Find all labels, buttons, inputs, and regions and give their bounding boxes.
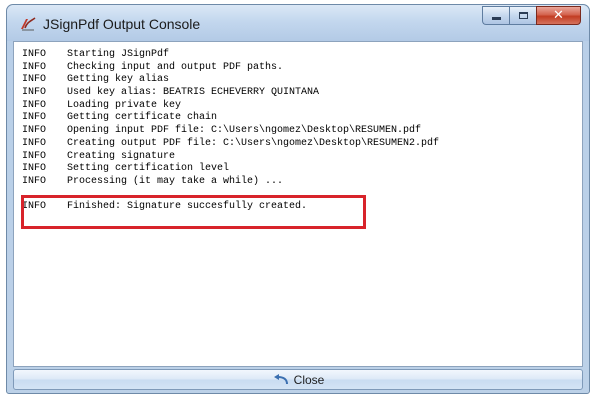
log-line: INFO Starting JSignPdf [22,49,439,62]
log-line: INFO Used key alias: BEATRIS ECHEVERRY QU… [22,87,439,100]
log-level: INFO [22,61,47,73]
log-level: INFO [22,112,47,124]
log-message: Used key alias: BEATRIS ECHEVERRY QUINTA… [67,87,320,99]
log-level: INFO [22,175,47,187]
log-message: Creating output PDF file: C:\Users\ngome… [67,137,440,149]
log-level: INFO [22,74,47,86]
maximize-icon [518,12,528,19]
log-level: INFO [22,150,47,162]
log-message: Creating signature [67,150,176,162]
close-icon: ✕ [553,8,564,23]
close-button-label: Close [293,372,325,387]
log-level: INFO [22,137,47,149]
log-level: INFO [22,99,47,111]
output-console-window: JSignPdf Output Console ✕ INFO Starting J… [6,4,590,394]
finished-highlight-box [21,195,366,229]
log-message: Opening input PDF file: C:\Users\ngomez\… [67,125,422,137]
caption-buttons: ✕ [482,6,581,25]
log-message: Setting certification level [67,163,230,175]
log-message: Getting certificate chain [67,112,218,124]
log-message: Loading private key [67,99,182,111]
log-level: INFO [22,125,47,137]
minimize-icon [491,17,501,20]
console-output-area[interactable]: INFO Starting JSignPdf INFO Checking input … [13,41,583,367]
log-line: INFO Getting key alias [22,74,439,87]
log-line: INFO Setting certification level [22,163,439,176]
log-line: INFO Creating output PDF file: C:\Users\n… [22,138,439,151]
close-window-button[interactable]: ✕ [536,6,581,25]
log-line: INFO Creating signature [22,151,439,164]
log-level: INFO [22,87,47,99]
maximize-button[interactable] [509,6,536,25]
log-line: INFO Getting certificate chain [22,112,439,125]
log-message: Starting JSignPdf [67,49,170,60]
log-line: INFO Opening input PDF file: C:\Users\ngo… [22,125,439,138]
log-line: INFO Processing (it may take a while) ... [22,176,439,189]
jsignpdf-app-icon [21,17,36,31]
log-level: INFO [22,163,47,175]
undo-arrow-icon [273,373,288,384]
close-button[interactable]: Close [13,369,583,390]
log-line: INFO Checking input and output PDF paths. [22,62,439,75]
window-title: JSignPdf Output Console [43,16,201,32]
title-bar[interactable]: JSignPdf Output Console ✕ [7,5,589,41]
log-lines: INFO Starting JSignPdf INFO Checking input … [22,49,439,214]
log-line: INFO Loading private key [22,100,439,113]
log-level: INFO [22,49,47,60]
minimize-button[interactable] [482,6,509,25]
log-message: Checking input and output PDF paths. [67,61,284,73]
log-message: Getting key alias [67,74,170,86]
log-message: Processing (it may take a while) ... [67,175,284,187]
